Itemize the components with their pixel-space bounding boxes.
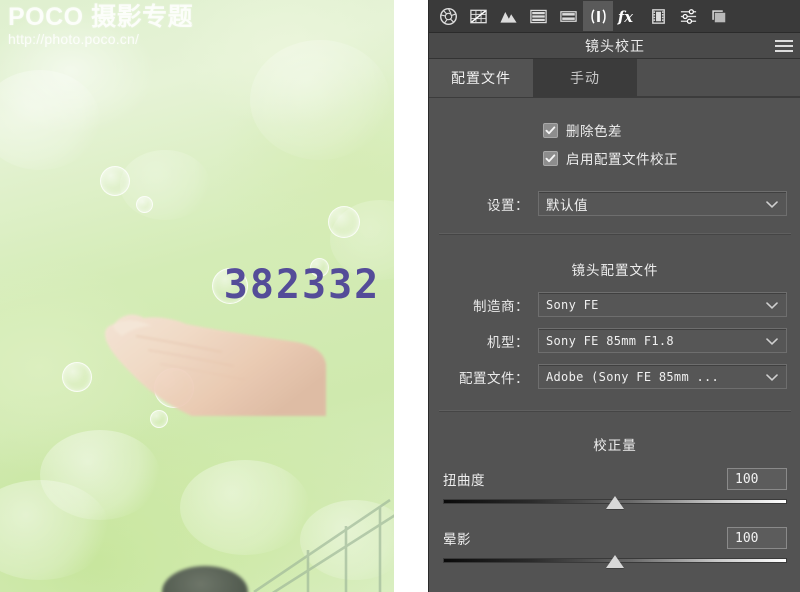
detail-icon[interactable]	[493, 1, 523, 31]
checkbox-label: 删除色差	[566, 124, 622, 139]
profile-dropdown[interactable]: Adobe (Sony FE 85mm ...	[538, 364, 787, 389]
railing	[253, 498, 394, 592]
hamburger-menu-icon[interactable]	[775, 39, 793, 52]
lens-profile-title: 镜头配置文件	[571, 263, 659, 278]
image-canvas-area[interactable]: POCO 摄影专题 http://photo.poco.cn/ 382332	[0, 0, 428, 592]
hand-subject	[105, 314, 326, 416]
profile-label: 配置文件：	[459, 370, 529, 386]
presets-icon[interactable]	[673, 1, 703, 31]
slider-value-field[interactable]: 100	[727, 527, 787, 549]
make-dropdown-value: Sony FE	[546, 297, 599, 312]
slider-vignetting: 晕影 100	[429, 525, 800, 570]
checkbox-enable-profile-corrections[interactable]: 启用配置文件校正	[443, 144, 787, 172]
checkmark-icon[interactable]	[543, 122, 558, 138]
split-toning-icon[interactable]	[553, 1, 583, 31]
slider-label: 扭曲度	[443, 473, 485, 488]
soap-bubble	[328, 206, 360, 238]
settings-dropdown[interactable]: 默认值	[538, 191, 787, 216]
slider-track-wrap[interactable]	[443, 554, 787, 570]
watermark-url: http://photo.poco.cn/	[8, 31, 140, 47]
profile-row: 配置文件： Adobe (Sony FE 85mm ...	[443, 363, 787, 390]
tone-curve-icon[interactable]	[463, 1, 493, 31]
settings-row: 设置： 默认值	[443, 190, 787, 217]
settings-dropdown-value: 默认值	[546, 197, 588, 213]
effects-icon[interactable]: fx	[613, 1, 643, 31]
tab-manual[interactable]: 手动	[533, 59, 637, 97]
correction-amount-title: 校正量	[593, 438, 637, 453]
soap-bubble	[310, 258, 329, 277]
panel-tool-strip[interactable]: fx	[429, 0, 800, 33]
divider	[439, 410, 791, 412]
bokeh-blob	[330, 200, 394, 280]
snapshots-icon[interactable]	[703, 1, 733, 31]
chevron-down-icon	[766, 369, 778, 384]
slider-distortion: 扭曲度 100	[429, 466, 800, 511]
watermark-title: POCO 摄影专题	[8, 3, 194, 31]
page-title: 镜头校正	[585, 37, 645, 54]
model-row: 机型： Sony FE 85mm F1.8	[443, 327, 787, 354]
basic-adjustments-icon[interactable]	[433, 1, 463, 31]
model-dropdown[interactable]: Sony FE 85mm F1.8	[538, 328, 787, 353]
make-row: 制造商： Sony FE	[443, 291, 787, 318]
make-dropdown[interactable]: Sony FE	[538, 292, 787, 317]
checkbox-remove-chromatic-aberration[interactable]: 删除色差	[443, 116, 787, 144]
checkbox-label: 启用配置文件校正	[566, 152, 678, 167]
lens-corrections-icon[interactable]	[583, 1, 613, 31]
make-label: 制造商：	[473, 298, 529, 314]
slider-label: 晕影	[443, 532, 471, 547]
slider-thumb[interactable]	[606, 496, 624, 509]
soap-bubble	[100, 166, 130, 196]
tab-profile[interactable]: 配置文件	[429, 59, 533, 97]
checkbox-section: 删除色差 启用配置文件校正	[429, 98, 800, 172]
bokeh-blob	[120, 150, 210, 220]
slider-head: 晕影 100	[443, 525, 787, 551]
soap-bubble	[212, 268, 248, 304]
settings-label: 设置：	[487, 197, 529, 213]
model-dropdown-value: Sony FE 85mm F1.8	[546, 333, 674, 348]
lens-correction-panel: fx 镜头校正 配置文件 手动 删除色差 启用配置文件校正 设置： 默认值 镜头…	[428, 0, 800, 592]
panel-tabs[interactable]: 配置文件 手动	[429, 59, 800, 98]
slider-head: 扭曲度 100	[443, 466, 787, 492]
slider-thumb[interactable]	[606, 555, 624, 568]
panel-title-bar: 镜头校正	[429, 33, 800, 59]
soap-bubble	[62, 362, 92, 392]
watermark: POCO 摄影专题 http://photo.poco.cn/	[8, 4, 248, 47]
chevron-down-icon	[766, 333, 778, 348]
bokeh-blob	[40, 430, 160, 520]
soap-bubble	[154, 368, 194, 408]
divider	[439, 233, 791, 235]
correction-amount-section: 校正量	[429, 424, 800, 454]
checkmark-icon[interactable]	[543, 150, 558, 166]
chevron-down-icon	[766, 297, 778, 312]
tab-filler	[637, 59, 800, 97]
profile-dropdown-value: Adobe (Sony FE 85mm ...	[546, 369, 720, 384]
camera-calibration-icon[interactable]	[643, 1, 673, 31]
model-label: 机型：	[487, 334, 529, 350]
application-window: POCO 摄影专题 http://photo.poco.cn/ 382332 f…	[0, 0, 800, 592]
bokeh-blob	[180, 460, 310, 555]
slider-track-wrap[interactable]	[443, 495, 787, 511]
soap-bubble	[150, 410, 168, 428]
settings-section: 设置： 默认值	[429, 172, 800, 217]
bokeh-blob	[0, 70, 100, 170]
slider-value-field[interactable]: 100	[727, 468, 787, 490]
bokeh-blob	[0, 480, 110, 580]
bokeh-blob	[250, 40, 390, 160]
chevron-down-icon	[766, 196, 778, 211]
foreground-dark-object	[162, 566, 248, 592]
bokeh-blob	[300, 500, 394, 580]
hsl-grayscale-icon[interactable]	[523, 1, 553, 31]
photo-preview[interactable]: POCO 摄影专题 http://photo.poco.cn/	[0, 0, 394, 592]
soap-bubble	[136, 196, 153, 213]
svg-text:fx: fx	[617, 9, 633, 26]
lens-profile-section: 镜头配置文件 制造商： Sony FE 机型： Sony FE 85mm F1.…	[429, 247, 800, 390]
